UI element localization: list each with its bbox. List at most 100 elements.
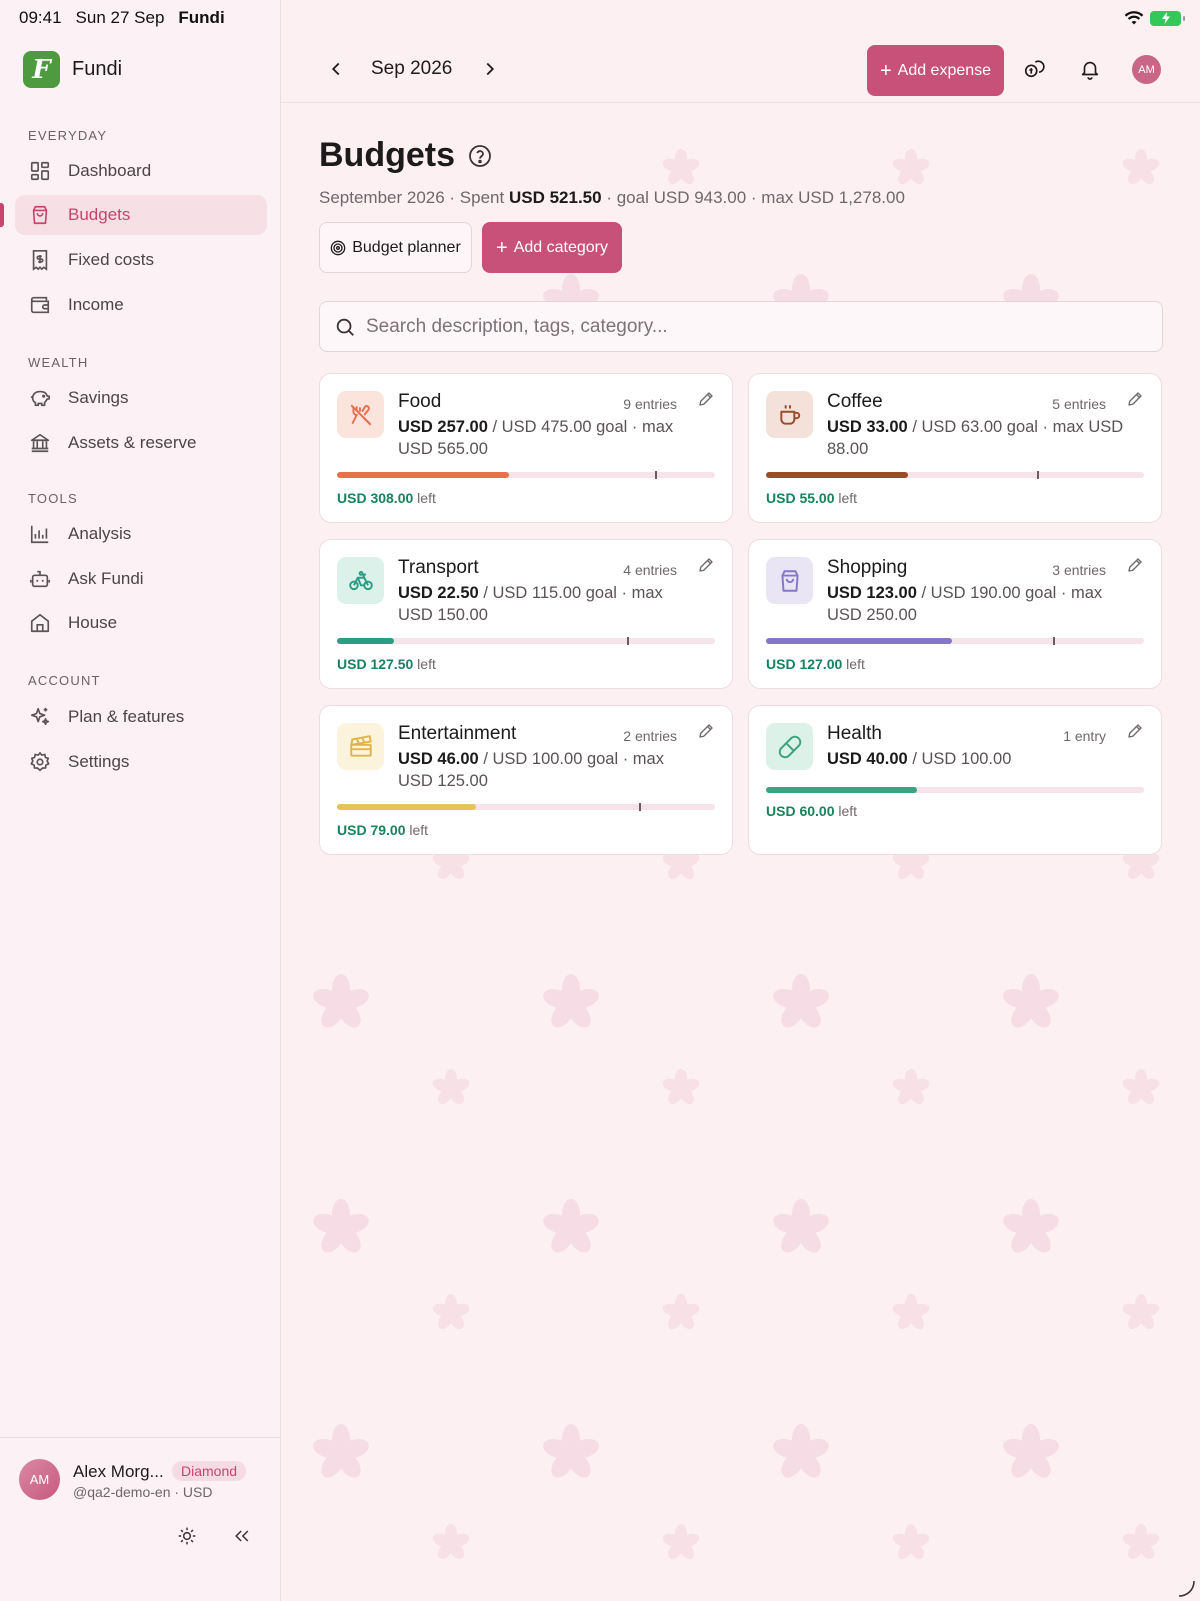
budget-summary: September 2026 · Spent USD 521.50 · goal… [319, 188, 905, 208]
nav-section-everyday: EVERYDAY [28, 128, 108, 143]
brand-name: Fundi [72, 58, 123, 80]
progress-fill [337, 804, 477, 810]
category-amount: USD 33.00 / USD 63.00 goal · max USD 88.… [827, 416, 1127, 460]
search-icon [336, 318, 354, 336]
sidebar-item-assets-reserve[interactable]: Assets & reserve [15, 423, 267, 463]
piggy-bank-icon [30, 390, 50, 407]
top-bar: Sep 2026 + Add expense AM [281, 36, 1200, 103]
shopping-bag-icon [780, 569, 799, 592]
pencil-icon[interactable] [697, 722, 715, 740]
chevron-right-icon[interactable] [479, 58, 501, 80]
bell-icon[interactable] [1079, 58, 1101, 80]
chevrons-left-icon[interactable] [232, 1526, 252, 1546]
sidebar-item-plan-features[interactable]: Plan & features [15, 697, 267, 737]
remaining-word: left [409, 822, 429, 838]
pencil-icon[interactable] [697, 390, 715, 408]
spent-amount: USD 257.00 [398, 418, 488, 436]
sidebar-item-settings[interactable]: Settings [15, 742, 267, 782]
sidebar-item-analysis[interactable]: Analysis [15, 514, 267, 554]
remaining-value: USD 127.00 [766, 656, 843, 672]
sidebar-item-label: Settings [68, 752, 130, 771]
status-app-name: Fundi [178, 8, 225, 27]
goal-marker [639, 803, 642, 811]
nav-section-account: ACCOUNT [28, 673, 101, 688]
user-name: Alex Morg... [73, 1462, 164, 1481]
help-circle-icon[interactable] [468, 144, 492, 168]
remaining-word: left [846, 656, 865, 672]
sidebar-item-dashboard[interactable]: Dashboard [15, 151, 267, 191]
category-card-transport[interactable]: Transport 4 entries USD 22.50 / USD 115.… [319, 539, 733, 689]
active-nav-marker [0, 203, 4, 227]
sidebar: F Fundi EVERYDAY Dashboard Budgets Fixed… [0, 0, 281, 1601]
spent-amount: USD 123.00 [827, 584, 917, 602]
add-expense-button[interactable]: + Add expense [867, 45, 1004, 96]
search-input[interactable] [366, 315, 1126, 338]
remaining-word: left [417, 490, 436, 506]
pencil-icon[interactable] [1126, 390, 1144, 408]
chevron-left-icon[interactable] [325, 58, 347, 80]
nav-section-wealth: WEALTH [28, 355, 89, 370]
summary-spent: USD 521.50 [508, 188, 602, 207]
sidebar-item-house[interactable]: House [15, 603, 267, 643]
coins-icon[interactable] [1023, 58, 1045, 80]
sidebar-item-income[interactable]: Income [15, 285, 267, 325]
category-icon-wrap [766, 391, 813, 438]
receipt-icon [32, 250, 48, 271]
sun-icon[interactable] [177, 1526, 197, 1546]
remaining-amount: USD 79.00 left [337, 822, 428, 838]
top-avatar[interactable]: AM [1132, 55, 1161, 84]
sidebar-item-label: Ask Fundi [68, 569, 144, 588]
category-card-entertainment[interactable]: Entertainment 2 entries USD 46.00 / USD … [319, 705, 733, 855]
entry-count: 9 entries [623, 396, 677, 412]
resize-handle-icon[interactable] [1176, 1577, 1196, 1597]
remaining-word: left [838, 803, 858, 819]
progress-track [337, 637, 715, 645]
sidebar-item-fixed-costs[interactable]: Fixed costs [15, 240, 267, 280]
target-icon [330, 240, 346, 255]
remaining-value: USD 60.00 [766, 803, 835, 819]
spent-amount: USD 33.00 [827, 418, 908, 436]
plan-badge: Diamond [172, 1461, 247, 1481]
category-amount: USD 46.00 / USD 100.00 goal · max USD 12… [398, 748, 698, 792]
add-category-button[interactable]: + Add category [482, 222, 622, 273]
sidebar-item-ask-fundi[interactable]: Ask Fundi [15, 559, 267, 599]
avatar[interactable]: AM [19, 1459, 60, 1500]
category-name: Entertainment [398, 723, 517, 744]
sidebar-item-label: Savings [68, 388, 129, 407]
budget-planner-label: Budget planner [352, 238, 461, 256]
spent-amount: USD 22.50 [398, 584, 479, 602]
plus-icon: + [496, 236, 508, 259]
sidebar-item-savings[interactable]: Savings [15, 378, 267, 418]
remaining-value: USD 308.00 [337, 490, 414, 506]
remaining-value: USD 127.50 [337, 656, 414, 672]
bicycle-icon [348, 570, 373, 590]
progress-track [766, 787, 1144, 793]
bot-icon [30, 570, 50, 588]
user-handle: @qa2-demo-en · USD [73, 1484, 213, 1500]
category-name: Shopping [827, 557, 908, 578]
pencil-icon[interactable] [697, 556, 715, 574]
remaining-amount: USD 55.00 left [766, 490, 857, 506]
category-card-food[interactable]: Food 9 entries USD 257.00 / USD 475.00 g… [319, 373, 733, 523]
spent-amount: USD 46.00 [398, 750, 479, 768]
plus-icon: + [879, 59, 892, 82]
pill-icon [778, 735, 801, 758]
category-card-shopping[interactable]: Shopping 3 entries USD 123.00 / USD 190.… [748, 539, 1162, 689]
battery-charging-icon [1150, 10, 1185, 26]
status-bar: 09:41 Sun 27 Sep Fundi [0, 0, 1200, 36]
brand[interactable]: F Fundi [23, 51, 122, 88]
nav-section-tools: TOOLS [28, 491, 78, 506]
pencil-icon[interactable] [1126, 722, 1144, 740]
sidebar-item-budgets[interactable]: Budgets [15, 195, 267, 235]
budget-planner-button[interactable]: Budget planner [319, 222, 472, 273]
category-icon-wrap [337, 723, 384, 770]
progress-fill [766, 638, 952, 644]
remaining-amount: USD 308.00 left [337, 490, 436, 506]
page-title: Budgets [319, 136, 455, 174]
pencil-icon[interactable] [1126, 556, 1144, 574]
category-card-coffee[interactable]: Coffee 5 entries USD 33.00 / USD 63.00 g… [748, 373, 1162, 523]
category-name: Transport [398, 557, 479, 578]
progress-fill [337, 638, 394, 644]
category-card-health[interactable]: Health 1 entry USD 40.00 / USD 100.00 US… [748, 705, 1162, 855]
wallet-icon [30, 296, 50, 314]
